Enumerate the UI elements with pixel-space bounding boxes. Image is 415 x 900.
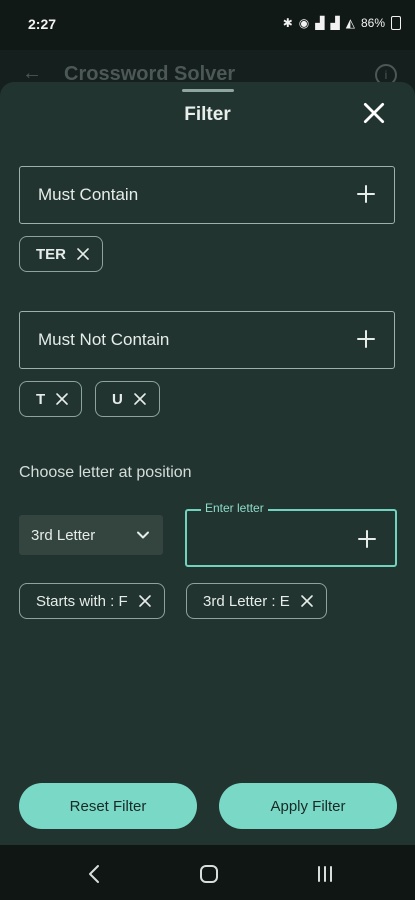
filter-sheet: Filter Must Contain TER Must Not Contain…	[0, 82, 415, 845]
position-dropdown[interactable]: 3rd Letter	[19, 515, 163, 555]
chip-label: Starts with : F	[36, 592, 128, 610]
apply-filter-button[interactable]: Apply Filter	[219, 783, 397, 829]
chip-label: T	[36, 390, 46, 408]
home-nav-icon[interactable]	[198, 863, 220, 885]
sheet-title: Filter	[184, 104, 231, 125]
battery-icon	[391, 16, 401, 30]
back-nav-icon[interactable]	[84, 863, 106, 885]
must-contain-field[interactable]: Must Contain	[19, 166, 395, 224]
position-section-label: Choose letter at position	[19, 464, 192, 481]
hotspot-icon: ◉	[298, 16, 310, 30]
status-time: 2:27	[28, 16, 57, 32]
signal-icon: ▟	[315, 16, 325, 30]
signal-icon-2: ▟	[330, 16, 340, 30]
recents-nav-icon[interactable]	[314, 863, 336, 885]
enter-letter-field[interactable]: Enter letter	[185, 501, 397, 567]
remove-chip-icon[interactable]	[138, 594, 152, 608]
wifi-icon: ◭	[345, 16, 355, 30]
bluetooth-icon: ✱	[282, 16, 293, 30]
must-not-contain-field[interactable]: Must Not Contain	[19, 311, 395, 369]
must-contain-chip[interactable]: TER	[19, 236, 103, 272]
chip-label: U	[112, 390, 123, 408]
status-icons: ✱ ◉ ▟ ▟ ◭ 86%	[283, 16, 401, 30]
drag-handle[interactable]	[182, 89, 234, 92]
system-nav-bar	[0, 845, 415, 900]
enter-letter-input[interactable]	[199, 525, 353, 553]
battery-percent: 86%	[360, 16, 385, 30]
remove-chip-icon[interactable]	[76, 247, 90, 261]
position-filter-chip[interactable]: 3rd Letter : E	[186, 583, 327, 619]
remove-chip-icon[interactable]	[55, 392, 69, 406]
chevron-down-icon	[137, 531, 149, 539]
position-dropdown-value: 3rd Letter	[31, 526, 96, 544]
enter-letter-label: Enter letter	[201, 501, 268, 515]
must-contain-label: Must Contain	[38, 185, 139, 204]
add-must-contain-icon[interactable]	[356, 184, 376, 204]
position-filter-chip[interactable]: Starts with : F	[19, 583, 165, 619]
close-icon[interactable]	[361, 100, 387, 126]
add-must-not-contain-icon[interactable]	[356, 329, 376, 349]
must-not-contain-label: Must Not Contain	[38, 330, 170, 349]
chip-label: TER	[36, 245, 66, 263]
add-letter-icon[interactable]	[357, 529, 377, 549]
must-not-contain-chip[interactable]: T	[19, 381, 83, 417]
remove-chip-icon[interactable]	[133, 392, 147, 406]
chip-label: 3rd Letter : E	[203, 592, 290, 610]
must-not-contain-chip[interactable]: U	[95, 381, 160, 417]
reset-filter-button[interactable]: Reset Filter	[19, 783, 197, 829]
remove-chip-icon[interactable]	[300, 594, 314, 608]
status-bar: 2:27 ✱ ◉ ▟ ▟ ◭ 86%	[0, 0, 415, 50]
